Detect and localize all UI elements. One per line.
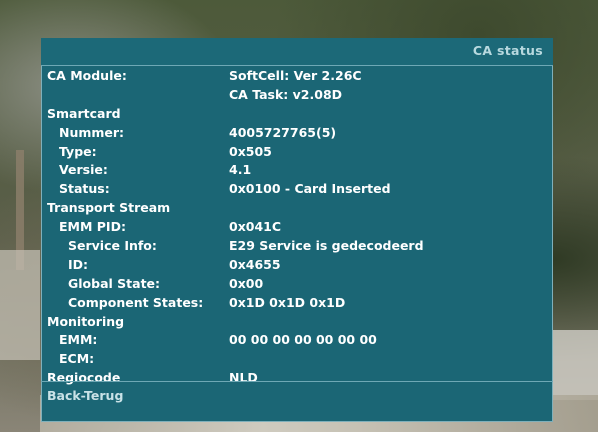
background-object xyxy=(550,330,598,400)
status-label: Nummer: xyxy=(59,124,125,140)
status-value: E29 Service is gedecodeerd xyxy=(229,238,424,254)
status-row: CA Module: SoftCell: Ver 2.26C xyxy=(41,67,553,86)
status-row: Nummer: 4005727765(5) xyxy=(41,124,553,143)
status-label: Smartcard xyxy=(47,105,121,121)
status-row: ECM: xyxy=(41,350,553,369)
status-row: Type: 0x505 xyxy=(41,143,553,162)
panel-footer: Back-Terug xyxy=(41,382,553,422)
status-row: Status: 0x0100 - Card Inserted xyxy=(41,180,553,199)
status-value: 0x4655 xyxy=(229,256,281,272)
status-row: Transport Stream xyxy=(41,199,553,218)
status-label: Transport Stream xyxy=(47,200,171,216)
status-value: 0x00 xyxy=(229,275,264,291)
status-row: ID: 0x4655 xyxy=(41,256,553,275)
status-label: Component States: xyxy=(68,294,204,310)
status-value: 0x505 xyxy=(229,143,272,159)
status-value: CA Task: v2.08D xyxy=(229,86,343,102)
status-value: 4.1 xyxy=(229,162,252,178)
status-label: Service Info: xyxy=(68,238,157,254)
ca-status-panel: CA status CA Module: SoftCell: Ver 2.26C C… xyxy=(41,38,553,422)
status-label: Global State: xyxy=(68,275,161,291)
status-label: EMM: xyxy=(59,332,98,348)
status-label: Type: xyxy=(59,143,97,159)
status-row: EMM: 00 00 00 00 00 00 00 xyxy=(41,331,553,350)
status-value: 00 00 00 00 00 00 00 xyxy=(229,332,377,348)
status-label: ECM: xyxy=(59,351,95,367)
panel-header: CA status xyxy=(41,38,553,66)
status-row: Versie: 4.1 xyxy=(41,161,553,180)
status-list: CA Module: SoftCell: Ver 2.26C CA Task: v2… xyxy=(41,67,553,388)
status-label: Monitoring xyxy=(47,313,125,329)
status-row: Global State: 0x00 xyxy=(41,275,553,294)
panel-title: CA status xyxy=(472,43,543,58)
status-row: Service Info: E29 Service is gedecodeerd xyxy=(41,237,553,256)
status-row: EMM PID: 0x041C xyxy=(41,218,553,237)
status-label: ID: xyxy=(68,256,89,272)
status-label: Status: xyxy=(59,181,110,197)
background-wall xyxy=(0,250,40,360)
status-label: CA Module: xyxy=(47,68,127,83)
status-row: Component States: 0x1D 0x1D 0x1D xyxy=(41,294,553,313)
status-label: Versie: xyxy=(59,162,108,178)
status-row: Monitoring xyxy=(41,313,553,332)
status-label: EMM PID: xyxy=(59,219,126,235)
status-value: 0x1D 0x1D 0x1D xyxy=(229,294,346,310)
status-row: CA Task: v2.08D xyxy=(41,86,553,105)
status-value: SoftCell: Ver 2.26C xyxy=(229,68,362,83)
status-value: 0x041C xyxy=(229,219,282,235)
status-row: Smartcard xyxy=(41,105,553,124)
back-button[interactable]: Back-Terug xyxy=(47,388,123,403)
status-value: 4005727765(5) xyxy=(229,124,337,140)
status-value: 0x0100 - Card Inserted xyxy=(229,181,391,197)
